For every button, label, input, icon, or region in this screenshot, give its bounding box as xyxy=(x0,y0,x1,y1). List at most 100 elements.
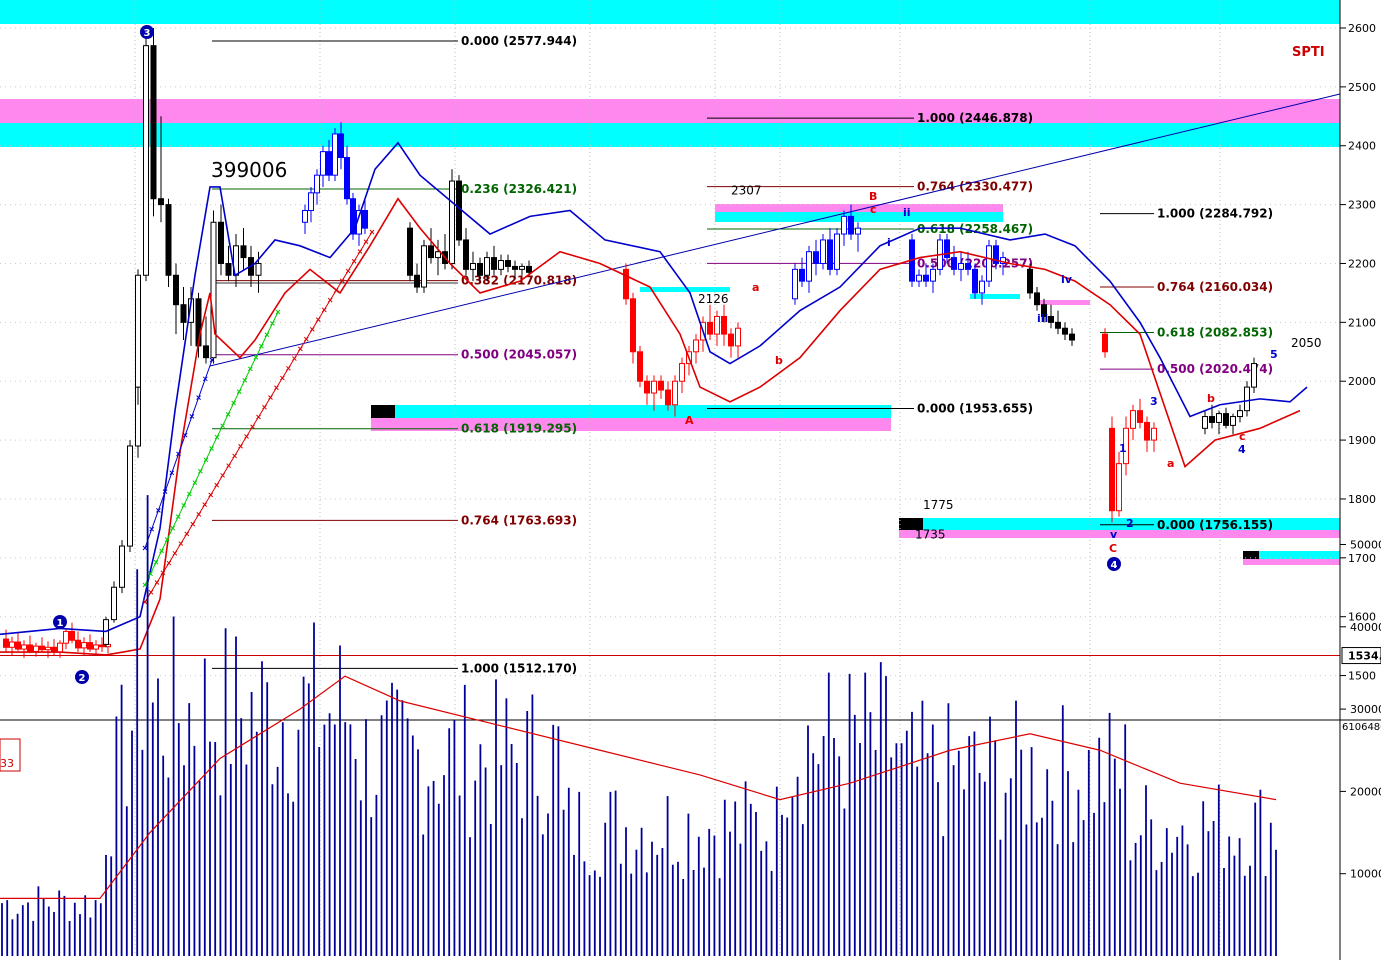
candles-mid-black-body-12 xyxy=(491,257,497,270)
price-tick-label-11: 1500 xyxy=(1348,670,1376,683)
candles-red-a-body-12 xyxy=(707,321,713,335)
candles-red-a-body-2 xyxy=(637,351,643,382)
candles-red-a-body-14 xyxy=(721,315,727,335)
candle-body-3 xyxy=(21,644,27,650)
candles-blue-top-body-5 xyxy=(332,133,338,176)
candles-mid-black-body-6 xyxy=(449,180,455,264)
candles-blue-c-body-3 xyxy=(930,268,936,282)
cross-red-mark-21 xyxy=(268,395,273,400)
candle-body-13 xyxy=(81,642,87,649)
candles-blue-c-body-1 xyxy=(916,274,922,282)
vol-tick-label-4: 10000 xyxy=(1350,868,1381,881)
candles-blue-c-body-10 xyxy=(979,280,985,294)
cross-red-mark-10 xyxy=(202,502,208,507)
cross-red-mark-12 xyxy=(214,482,220,488)
candles-blue-c-body-8 xyxy=(965,262,971,270)
cross-red-mark-22 xyxy=(274,385,279,391)
candles-red-a-body-15 xyxy=(728,333,734,347)
cross-red-mark-35 xyxy=(351,258,357,264)
cross-red-mark-2 xyxy=(154,580,160,585)
candle-body-21 xyxy=(127,445,133,547)
fib-label-5: 0.764 (1763.693) xyxy=(461,513,577,527)
cross-green-mark-11 xyxy=(203,457,209,463)
wave-minor-9: iv xyxy=(1061,273,1073,286)
fib-label-6: 1.000 (1512.170) xyxy=(461,661,577,675)
candle-body-12 xyxy=(75,639,81,649)
cross-green-mark-3 xyxy=(159,548,164,554)
candles-mid-black-body-2 xyxy=(421,245,427,288)
candles-mid-black-body-14 xyxy=(505,260,511,267)
candles-blue-c-body-6 xyxy=(951,257,957,270)
cross-green-mark-13 xyxy=(214,434,220,440)
zone-c-cyan xyxy=(899,518,1340,530)
candle-body-32 xyxy=(203,345,209,359)
price-note-0: 2307 xyxy=(731,184,762,198)
candles-black-f-body-7 xyxy=(1251,363,1257,388)
candles-blue-c-body-5 xyxy=(944,239,950,259)
cross-green-mark-10 xyxy=(198,468,203,474)
chart-container: 0.000 (2577.944) 0.236 (2326.421) 0.382 (2… xyxy=(0,0,1381,960)
candles-blue-top-body-6 xyxy=(338,133,344,159)
fib-label-4: 0.618 (1919.295) xyxy=(461,422,577,436)
candle-body-16 xyxy=(99,644,105,648)
wave-minor-14: 4 xyxy=(1238,443,1246,456)
candles-blue-b-body-8 xyxy=(848,215,854,235)
wave-minor-1: B xyxy=(869,190,877,203)
cross-green-mark-19 xyxy=(247,366,253,372)
watermark-label: SPTI xyxy=(1292,45,1325,60)
candles-mid-black-body-15 xyxy=(512,265,518,270)
candle-body-2 xyxy=(15,641,21,650)
candles-black-d-body-6 xyxy=(1069,333,1075,341)
wave-minor-2: C xyxy=(1109,542,1117,555)
wave-minor-extra-b: b xyxy=(1207,392,1215,405)
wave-circle-text-2: 2 xyxy=(79,673,86,684)
candles-blue-c-body-7 xyxy=(958,262,964,270)
price-note-4: 2050 xyxy=(1291,336,1322,350)
candles-blue-b-body-5 xyxy=(827,239,833,270)
candles-blue-b-body-9 xyxy=(855,227,861,235)
candles-mid-black-body-0 xyxy=(407,227,413,276)
cross-red-mark-9 xyxy=(196,512,202,517)
candle-body-6 xyxy=(39,645,45,651)
vol-axis-top: 6106480 xyxy=(1342,722,1381,733)
vol-box-label: 33 xyxy=(0,757,14,770)
candle-body-11 xyxy=(69,630,75,641)
candle-body-27 xyxy=(165,204,172,276)
candles-red-a-body-10 xyxy=(693,339,699,353)
cross-green-mark-9 xyxy=(192,480,198,485)
cross-red-mark-4 xyxy=(166,560,172,566)
candles-black-f-body-1 xyxy=(1209,416,1215,423)
cross-red-mark-23 xyxy=(280,375,285,381)
fib-label-1: 0.236 (2326.421) xyxy=(461,182,577,196)
candles-red-a-body-5 xyxy=(658,380,664,391)
cross-red-mark-17 xyxy=(244,434,249,439)
candles-blue-top-body-7 xyxy=(344,157,350,200)
cross-red-mark-29 xyxy=(315,317,321,322)
fib-label-9: 0.618 (2258.467) xyxy=(917,222,1033,236)
wave-minor-extra-c: c xyxy=(1239,430,1246,443)
candle-body-4 xyxy=(27,644,33,652)
price-tick-label-9: 1700 xyxy=(1348,552,1376,565)
cross-red-mark-8 xyxy=(190,521,196,527)
candles-mid-black-body-16 xyxy=(519,265,525,270)
candle-body-10 xyxy=(63,630,69,644)
candles-blue-c-body-9 xyxy=(972,268,978,294)
resistance-zone-pink xyxy=(0,99,1340,123)
candles-red-a-body-13 xyxy=(714,315,720,335)
candle-body-19 xyxy=(111,586,117,621)
support-zone-marker xyxy=(371,405,395,418)
volume-ma xyxy=(0,675,1277,899)
candles-mid-black-body-9 xyxy=(470,262,476,270)
candles-blue-b-body-7 xyxy=(841,215,847,235)
price-note-3: 1735 xyxy=(915,527,946,541)
candles-blue-b-body-2 xyxy=(806,251,812,282)
cross-red-mark-38 xyxy=(369,229,375,235)
price-note-1: 2126 xyxy=(698,292,729,306)
candle-body-35 xyxy=(225,262,232,276)
price-tick-label-4: 2200 xyxy=(1348,257,1376,270)
stock-chart: 0.000 (2577.944)0.236 (2326.421)0.382 (2… xyxy=(0,0,1381,960)
vol-tick-label-3: 20000 xyxy=(1350,785,1381,798)
fib-label-14: 0.618 (2082.853) xyxy=(1157,325,1273,339)
candles-black-d-body-1 xyxy=(1034,292,1040,306)
candles-blue-c-body-11 xyxy=(986,245,992,282)
